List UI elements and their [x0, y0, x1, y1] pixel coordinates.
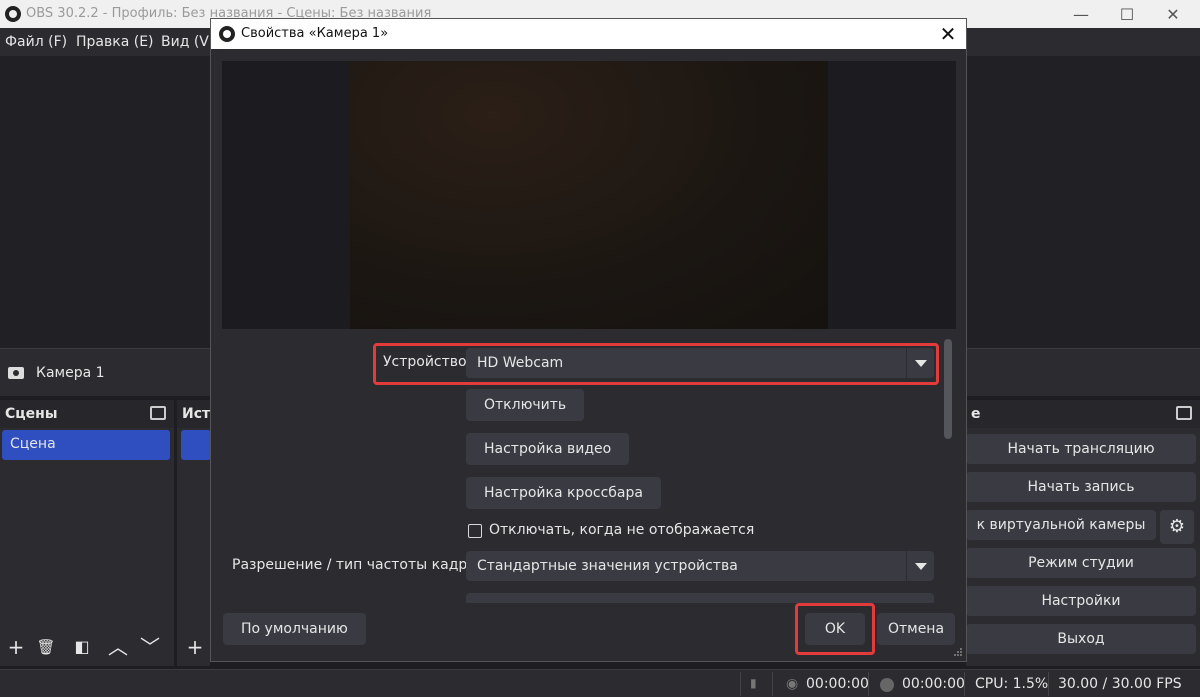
defaults-button[interactable]: По умолчанию: [223, 613, 366, 645]
menu-view[interactable]: Вид (V): [161, 34, 214, 50]
add-scene-button[interactable]: +: [4, 636, 28, 660]
controls-title: е: [971, 406, 981, 422]
undock-icon[interactable]: [150, 406, 166, 420]
scenes-tools: + 🗑 ◧ ︿ ﹀: [0, 632, 174, 666]
ok-button[interactable]: OK: [805, 613, 865, 645]
signal-icon: ▮: [750, 676, 757, 690]
sources-dock: Ист +: [177, 400, 211, 666]
scenes-dock: Сцены Сцена + 🗑 ◧ ︿ ﹀: [0, 400, 174, 666]
exit-button[interactable]: Выход: [966, 624, 1196, 654]
obs-logo-icon: [5, 6, 21, 22]
disconnect-button[interactable]: Отключить: [466, 389, 585, 421]
separator: [740, 672, 741, 696]
crossbar-config-button[interactable]: Настройка кроссбара: [466, 477, 661, 509]
camera-icon: [8, 367, 24, 379]
cancel-button[interactable]: Отмена: [877, 613, 955, 645]
resolution-label: Разрешение / тип частоты кадров: [232, 557, 485, 573]
start-recording-button[interactable]: Начать запись: [966, 472, 1196, 502]
record-icon: [880, 678, 894, 692]
deactivate-checkbox[interactable]: [468, 524, 482, 538]
separator: [1048, 672, 1049, 696]
move-up-button[interactable]: ︿: [106, 636, 130, 660]
undock-icon[interactable]: [1176, 406, 1192, 420]
controls-header: е: [966, 400, 1200, 428]
separator: [964, 672, 965, 696]
studio-mode-button[interactable]: Режим студии: [966, 548, 1196, 578]
obs-app: OBS 30.2.2 - Профиль: Без названия - Сце…: [0, 0, 1200, 697]
close-icon[interactable]: ✕: [935, 21, 961, 47]
device-value: HD Webcam: [477, 355, 564, 371]
controls-dock: е Начать трансляцию Начать запись к вирт…: [966, 400, 1200, 666]
device-label: Устройство: [383, 354, 467, 370]
chevron-down-icon: [906, 551, 934, 581]
dialog-title: Свойства «Камера 1»: [241, 26, 389, 41]
resize-grip-icon[interactable]: [953, 647, 963, 657]
selected-source-label: Камера 1: [36, 365, 105, 381]
separator: [868, 672, 869, 696]
sources-header: Ист: [177, 400, 210, 428]
video-config-button[interactable]: Настройка видео: [466, 433, 630, 465]
next-field-partial: [466, 593, 934, 603]
gear-icon[interactable]: ⚙: [1160, 510, 1194, 544]
stream-time: 00:00:00: [806, 676, 869, 692]
dialog-scrollbar[interactable]: [944, 339, 952, 439]
filters-button[interactable]: ◧: [70, 636, 94, 660]
obs-logo-icon: [219, 26, 235, 42]
dialog-title-bar: Свойства «Камера 1» ✕: [211, 19, 966, 49]
device-select[interactable]: HD Webcam: [466, 348, 934, 378]
settings-button[interactable]: Настройки: [966, 586, 1196, 616]
status-bar: ▮ ◉ 00:00:00 00:00:00 CPU: 1.5% 30.00 / …: [0, 669, 1200, 697]
source-item[interactable]: [181, 430, 211, 460]
add-source-button[interactable]: +: [183, 636, 207, 660]
close-window-button[interactable]: ✕: [1150, 0, 1196, 28]
resolution-select[interactable]: Стандартные значения устройства: [466, 551, 934, 581]
minimize-button[interactable]: —: [1058, 0, 1104, 28]
menu-edit[interactable]: Правка (E): [76, 34, 154, 50]
scenes-header: Сцены: [0, 400, 174, 428]
scene-item[interactable]: Сцена: [2, 430, 170, 460]
chevron-down-icon: [906, 348, 934, 378]
virtual-camera-button[interactable]: к виртуальной камеры: [966, 510, 1156, 540]
separator: [772, 672, 773, 696]
remove-scene-button[interactable]: 🗑: [34, 636, 58, 660]
fps-readout: 30.00 / 30.00 FPS: [1058, 676, 1182, 692]
camera-preview: [222, 61, 956, 329]
menu-file[interactable]: Файл (F): [5, 34, 67, 50]
move-down-button[interactable]: ﹀: [138, 636, 162, 660]
properties-dialog: Свойства «Камера 1» ✕ Устройство HD Webc…: [210, 18, 967, 662]
maximize-button[interactable]: ☐: [1104, 0, 1150, 28]
deactivate-label: Отключать, когда не отображается: [489, 522, 755, 538]
scenes-title: Сцены: [5, 406, 58, 422]
cpu-usage: CPU: 1.5%: [975, 676, 1049, 692]
camera-feed: [350, 61, 828, 329]
resolution-value: Стандартные значения устройства: [477, 558, 738, 574]
stream-icon: ◉: [786, 676, 799, 692]
start-streaming-button[interactable]: Начать трансляцию: [966, 434, 1196, 464]
record-time: 00:00:00: [902, 676, 965, 692]
